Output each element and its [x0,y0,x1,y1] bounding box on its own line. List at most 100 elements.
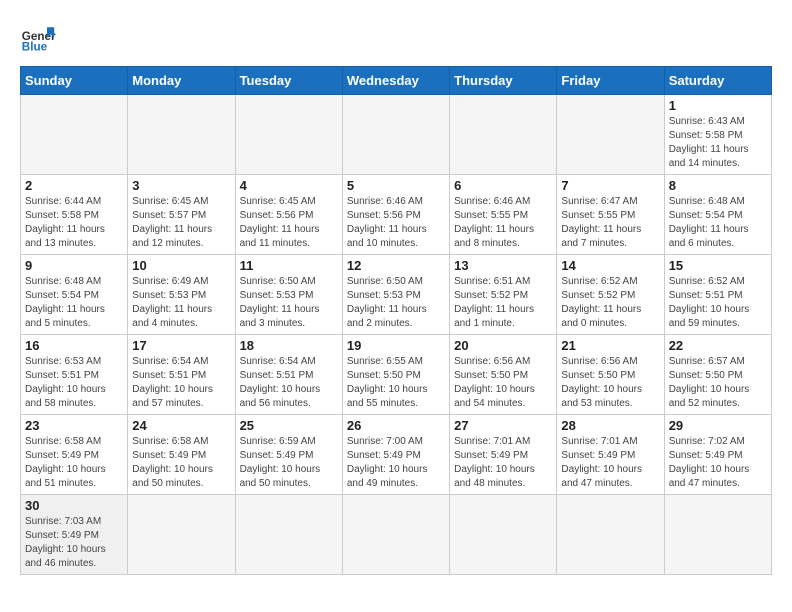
day-info: Sunrise: 6:48 AM Sunset: 5:54 PM Dayligh… [669,195,767,251]
day-number: 12 [347,258,445,273]
calendar-cell [128,95,235,175]
calendar-week-row: 30 Sunrise: 7:03 AM Sunset: 5:49 PM Dayli… [21,495,772,575]
header-sunday: Sunday [21,67,128,95]
calendar-cell [557,95,664,175]
calendar-week-row: 9 Sunrise: 6:48 AM Sunset: 5:54 PM Daylig… [21,255,772,335]
calendar-cell [664,495,771,575]
calendar-cell [235,495,342,575]
day-info: Sunrise: 6:54 AM Sunset: 5:51 PM Dayligh… [132,355,230,411]
day-number: 30 [25,498,123,513]
day-number: 11 [240,258,338,273]
calendar-table: SundayMondayTuesdayWednesdayThursdayFrid… [20,66,772,575]
calendar-cell: 14 Sunrise: 6:52 AM Sunset: 5:52 PM Dayli… [557,255,664,335]
calendar-cell: 29 Sunrise: 7:02 AM Sunset: 5:49 PM Dayli… [664,415,771,495]
header-tuesday: Tuesday [235,67,342,95]
day-info: Sunrise: 6:59 AM Sunset: 5:49 PM Dayligh… [240,435,338,491]
calendar-cell: 7Sunrise: 6:47 AM Sunset: 5:55 PM Daylig… [557,175,664,255]
day-number: 4 [240,178,338,193]
calendar-week-row: 1Sunrise: 6:43 AM Sunset: 5:58 PM Daylig… [21,95,772,175]
day-number: 27 [454,418,552,433]
calendar-cell: 18Sunrise: 6:54 AM Sunset: 5:51 PM Dayli… [235,335,342,415]
day-info: Sunrise: 6:43 AM Sunset: 5:58 PM Dayligh… [669,115,767,171]
header-friday: Friday [557,67,664,95]
calendar-cell: 1Sunrise: 6:43 AM Sunset: 5:58 PM Daylig… [664,95,771,175]
day-number: 24 [132,418,230,433]
calendar-cell: 25 Sunrise: 6:59 AM Sunset: 5:49 PM Dayli… [235,415,342,495]
day-number: 25 [240,418,338,433]
day-info: Sunrise: 6:46 AM Sunset: 5:55 PM Dayligh… [454,195,552,251]
calendar-week-row: 23 Sunrise: 6:58 AM Sunset: 5:49 PM Dayli… [21,415,772,495]
day-number: 3 [132,178,230,193]
day-info: Sunrise: 6:52 AM Sunset: 5:51 PM Dayligh… [669,275,767,331]
calendar-cell [128,495,235,575]
calendar-cell: 4 Sunrise: 6:45 AM Sunset: 5:56 PM Daylig… [235,175,342,255]
calendar-header-row: SundayMondayTuesdayWednesdayThursdayFrid… [21,67,772,95]
calendar-week-row: 16 Sunrise: 6:53 AM Sunset: 5:51 PM Dayli… [21,335,772,415]
day-number: 20 [454,338,552,353]
calendar-cell: 10Sunrise: 6:49 AM Sunset: 5:53 PM Dayli… [128,255,235,335]
day-number: 6 [454,178,552,193]
calendar-cell: 6 Sunrise: 6:46 AM Sunset: 5:55 PM Daylig… [450,175,557,255]
calendar-cell: 8 Sunrise: 6:48 AM Sunset: 5:54 PM Daylig… [664,175,771,255]
calendar-cell: 20Sunrise: 6:56 AM Sunset: 5:50 PM Dayli… [450,335,557,415]
day-info: Sunrise: 6:52 AM Sunset: 5:52 PM Dayligh… [561,275,659,331]
calendar-cell: 22Sunrise: 6:57 AM Sunset: 5:50 PM Dayli… [664,335,771,415]
logo-icon: General Blue [20,20,56,56]
day-info: Sunrise: 6:45 AM Sunset: 5:56 PM Dayligh… [240,195,338,251]
day-info: Sunrise: 7:02 AM Sunset: 5:49 PM Dayligh… [669,435,767,491]
calendar-cell: 15Sunrise: 6:52 AM Sunset: 5:51 PM Dayli… [664,255,771,335]
calendar-cell: 19Sunrise: 6:55 AM Sunset: 5:50 PM Dayli… [342,335,449,415]
day-number: 22 [669,338,767,353]
calendar-cell: 26Sunrise: 7:00 AM Sunset: 5:49 PM Dayli… [342,415,449,495]
day-info: Sunrise: 6:50 AM Sunset: 5:53 PM Dayligh… [240,275,338,331]
day-number: 9 [25,258,123,273]
calendar-cell: 3 Sunrise: 6:45 AM Sunset: 5:57 PM Daylig… [128,175,235,255]
day-info: Sunrise: 7:01 AM Sunset: 5:49 PM Dayligh… [561,435,659,491]
day-number: 2 [25,178,123,193]
day-number: 14 [561,258,659,273]
logo: General Blue [20,20,56,56]
day-number: 19 [347,338,445,353]
header-monday: Monday [128,67,235,95]
day-number: 28 [561,418,659,433]
page-header: General Blue [20,20,772,56]
calendar-cell: 28 Sunrise: 7:01 AM Sunset: 5:49 PM Dayli… [557,415,664,495]
day-info: Sunrise: 6:53 AM Sunset: 5:51 PM Dayligh… [25,355,123,411]
day-info: Sunrise: 6:48 AM Sunset: 5:54 PM Dayligh… [25,275,123,331]
calendar-cell [450,495,557,575]
day-info: Sunrise: 6:47 AM Sunset: 5:55 PM Dayligh… [561,195,659,251]
day-number: 5 [347,178,445,193]
day-info: Sunrise: 6:45 AM Sunset: 5:57 PM Dayligh… [132,195,230,251]
day-number: 29 [669,418,767,433]
calendar-cell: 17 Sunrise: 6:54 AM Sunset: 5:51 PM Dayli… [128,335,235,415]
calendar-cell: 12Sunrise: 6:50 AM Sunset: 5:53 PM Dayli… [342,255,449,335]
calendar-cell: 21 Sunrise: 6:56 AM Sunset: 5:50 PM Dayli… [557,335,664,415]
day-info: Sunrise: 7:00 AM Sunset: 5:49 PM Dayligh… [347,435,445,491]
calendar-week-row: 2 Sunrise: 6:44 AM Sunset: 5:58 PM Daylig… [21,175,772,255]
calendar-cell: 27Sunrise: 7:01 AM Sunset: 5:49 PM Dayli… [450,415,557,495]
day-info: Sunrise: 6:44 AM Sunset: 5:58 PM Dayligh… [25,195,123,251]
day-number: 23 [25,418,123,433]
calendar-cell: 30 Sunrise: 7:03 AM Sunset: 5:49 PM Dayli… [21,495,128,575]
calendar-cell: 24 Sunrise: 6:58 AM Sunset: 5:49 PM Dayli… [128,415,235,495]
day-info: Sunrise: 6:56 AM Sunset: 5:50 PM Dayligh… [561,355,659,411]
day-info: Sunrise: 6:58 AM Sunset: 5:49 PM Dayligh… [132,435,230,491]
day-info: Sunrise: 6:58 AM Sunset: 5:49 PM Dayligh… [25,435,123,491]
calendar-cell [342,495,449,575]
calendar-cell [342,95,449,175]
day-number: 10 [132,258,230,273]
day-number: 8 [669,178,767,193]
day-number: 21 [561,338,659,353]
svg-text:Blue: Blue [22,41,48,54]
header-wednesday: Wednesday [342,67,449,95]
day-number: 16 [25,338,123,353]
calendar-cell [450,95,557,175]
header-saturday: Saturday [664,67,771,95]
day-number: 13 [454,258,552,273]
day-info: Sunrise: 6:51 AM Sunset: 5:52 PM Dayligh… [454,275,552,331]
day-info: Sunrise: 7:03 AM Sunset: 5:49 PM Dayligh… [25,515,123,571]
calendar-cell [21,95,128,175]
header-thursday: Thursday [450,67,557,95]
day-number: 17 [132,338,230,353]
day-number: 18 [240,338,338,353]
